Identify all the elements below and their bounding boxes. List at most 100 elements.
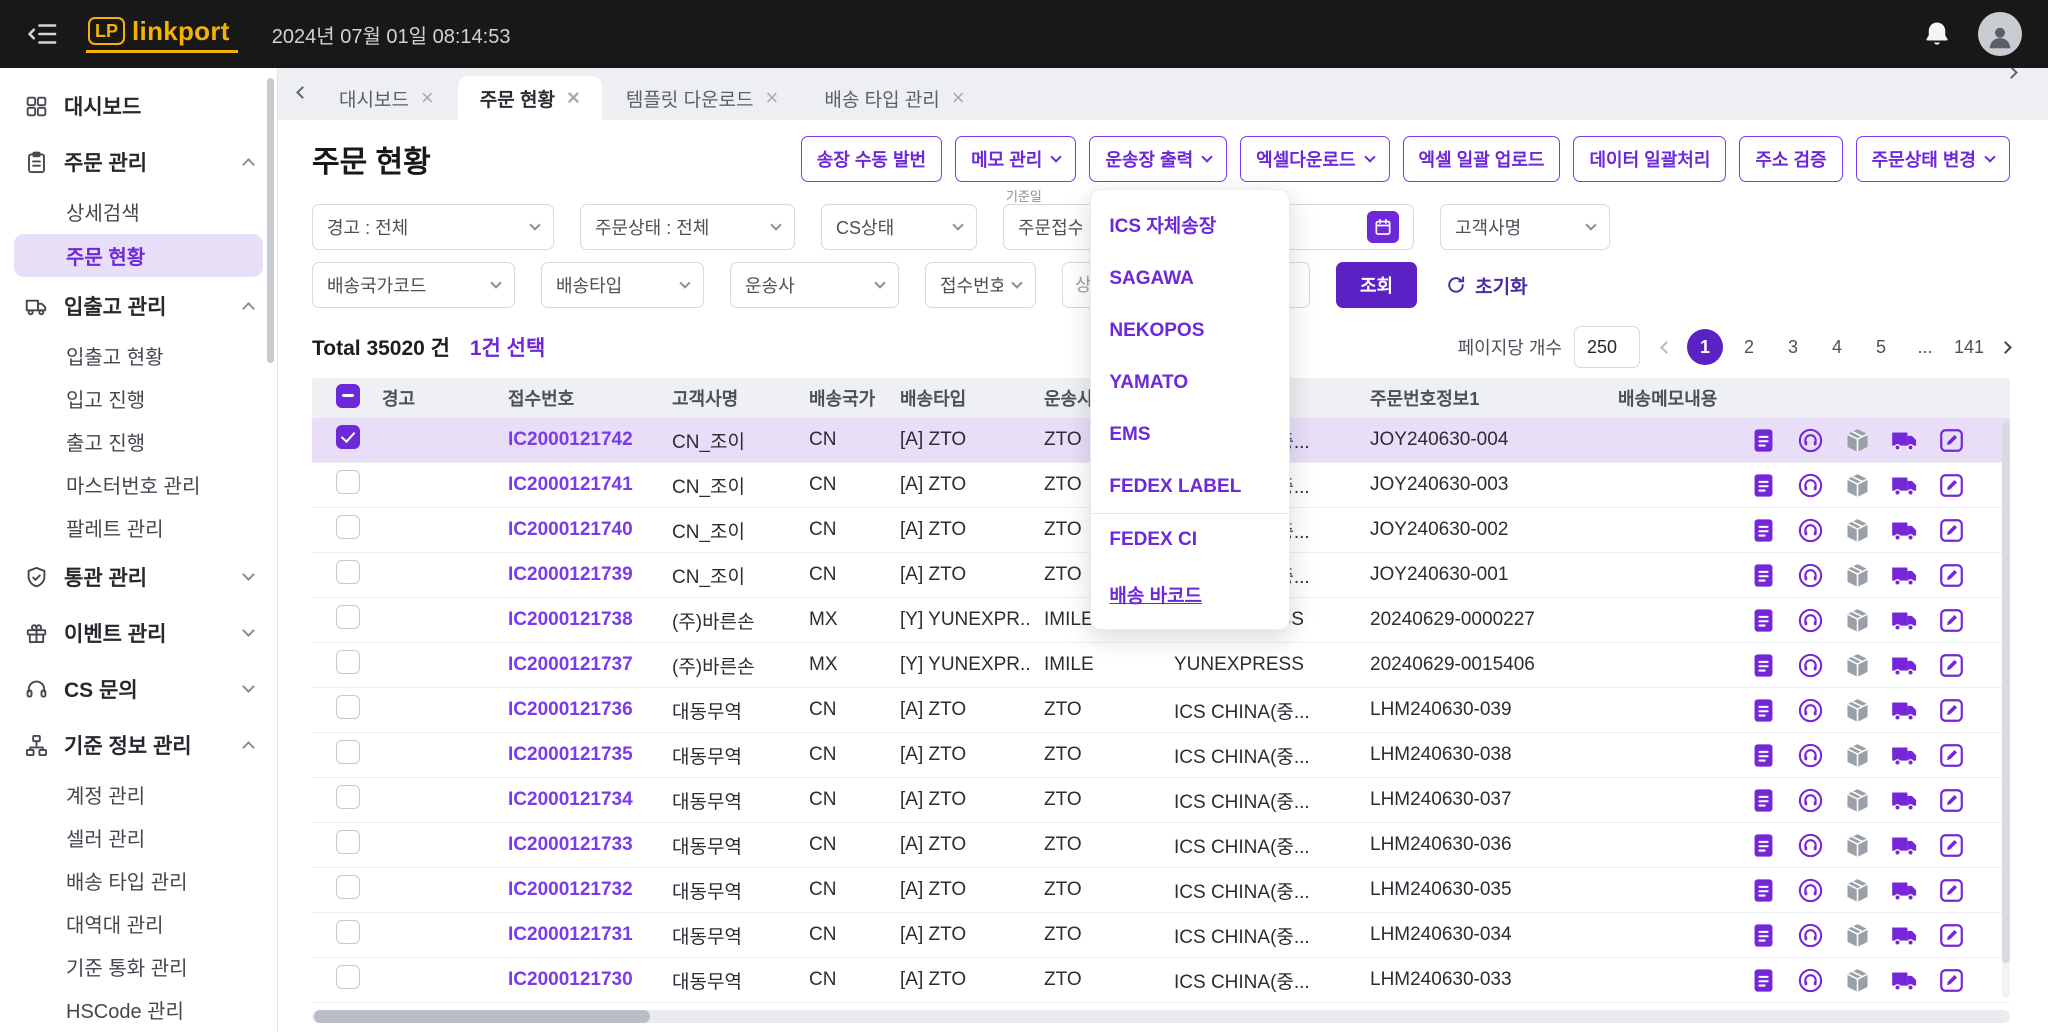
row-checkbox[interactable] (336, 830, 360, 854)
row-checkbox[interactable] (336, 470, 360, 494)
truck-icon[interactable] (1890, 696, 1919, 725)
truck-icon[interactable] (1890, 966, 1919, 995)
document-icon[interactable] (1749, 696, 1778, 725)
document-icon[interactable] (1749, 966, 1778, 995)
receipt-no-link[interactable]: IC2000121734 (508, 789, 633, 810)
tab-close-icon[interactable]: × (421, 87, 434, 109)
document-icon[interactable] (1749, 831, 1778, 860)
package-icon[interactable] (1843, 516, 1872, 545)
document-icon[interactable] (1749, 741, 1778, 770)
print-menu-item[interactable]: EMS (1091, 409, 1289, 461)
package-icon[interactable] (1843, 696, 1872, 725)
sidebar-subitem[interactable]: 주문 현황 (14, 234, 263, 277)
sidebar-scrollbar[interactable] (267, 78, 274, 363)
package-icon[interactable] (1843, 426, 1872, 455)
print-menu-item[interactable]: ICS 자체송장 (1091, 196, 1289, 253)
toolbar-button[interactable]: 엑셀다운로드 (1240, 136, 1390, 182)
table-row[interactable]: IC2000121733 대동무역 CN [A] ZTO ZTO ICS CHINA(중.… (312, 823, 2010, 868)
receipt-no-link[interactable]: IC2000121730 (508, 969, 633, 990)
tab-close-icon[interactable]: × (765, 87, 778, 109)
tab-close-icon[interactable]: × (567, 87, 580, 109)
sidebar-subitem[interactable]: 기준 통화 관리 (0, 945, 277, 988)
document-icon[interactable] (1749, 786, 1778, 815)
table-vertical-scrollbar[interactable] (2002, 422, 2010, 998)
tabs-scroll-left-icon[interactable] (296, 84, 309, 102)
document-icon[interactable] (1749, 426, 1778, 455)
sidebar-collapse-button[interactable] (26, 17, 60, 51)
table-row[interactable]: IC2000121731 대동무역 CN [A] ZTO ZTO ICS CHINA(중.… (312, 913, 2010, 958)
package-icon[interactable] (1843, 606, 1872, 635)
receipt-no-link[interactable]: IC2000121739 (508, 564, 633, 585)
edit-icon[interactable] (1937, 516, 1966, 545)
document-icon[interactable] (1749, 516, 1778, 545)
headset-icon[interactable] (1796, 426, 1825, 455)
truck-icon[interactable] (1890, 651, 1919, 680)
headset-icon[interactable] (1796, 516, 1825, 545)
sidebar-subitem[interactable]: 출고 진행 (0, 420, 277, 463)
document-icon[interactable] (1749, 876, 1778, 905)
print-menu-item[interactable]: FEDEX CI (1091, 514, 1289, 566)
sidebar-item[interactable]: 주문 관리 (0, 134, 277, 190)
page-number[interactable]: 5 (1863, 329, 1899, 365)
package-icon[interactable] (1843, 786, 1872, 815)
table-row[interactable]: IC2000121737 (주)바른손 MX [Y] YUNEXPR... IMILE Y… (312, 643, 2010, 688)
sidebar-subitem[interactable]: 배송 타입 관리 (0, 859, 277, 902)
row-checkbox[interactable] (336, 650, 360, 674)
sidebar-subitem[interactable]: HSCode 관리 (0, 988, 277, 1031)
headset-icon[interactable] (1796, 651, 1825, 680)
toolbar-button[interactable]: 운송장 출력 ICS 자체송장 SAGAWA NEKOPOS YAMATO EMS FEDE… (1089, 136, 1291, 630)
edit-icon[interactable] (1937, 966, 1966, 995)
package-icon[interactable] (1843, 876, 1872, 905)
tab-item[interactable]: 대시보드 × (317, 76, 456, 120)
edit-icon[interactable] (1937, 426, 1966, 455)
document-icon[interactable] (1749, 561, 1778, 590)
page-number[interactable]: 3 (1775, 329, 1811, 365)
package-icon[interactable] (1843, 921, 1872, 950)
edit-icon[interactable] (1937, 696, 1966, 725)
receipt-no-link[interactable]: IC2000121736 (508, 699, 633, 720)
sidebar-subitem[interactable]: 대역대 관리 (0, 902, 277, 945)
cs-status-filter[interactable]: CS상태 (821, 204, 977, 250)
document-icon[interactable] (1749, 606, 1778, 635)
headset-icon[interactable] (1796, 471, 1825, 500)
toolbar-button[interactable]: 주문상태 변경 (1855, 136, 2010, 182)
user-avatar[interactable] (1978, 12, 2022, 56)
page-number[interactable]: 141 (1951, 329, 1987, 365)
receipt-no-link[interactable]: IC2000121733 (508, 834, 633, 855)
print-menu-item[interactable]: NEKOPOS (1091, 305, 1289, 357)
truck-icon[interactable] (1890, 831, 1919, 860)
headset-icon[interactable] (1796, 831, 1825, 860)
edit-icon[interactable] (1937, 831, 1966, 860)
truck-icon[interactable] (1890, 561, 1919, 590)
row-checkbox[interactable] (336, 920, 360, 944)
receipt-no-link[interactable]: IC2000121742 (508, 429, 633, 450)
sidebar-subitem[interactable]: 입고 진행 (0, 377, 277, 420)
sidebar-item[interactable]: 이벤트 관리 (0, 605, 277, 661)
truck-icon[interactable] (1890, 741, 1919, 770)
tab-item[interactable]: 주문 현황 × (457, 76, 602, 120)
receipt-no-link[interactable]: IC2000121732 (508, 879, 633, 900)
receipt-no-link[interactable]: IC2000121738 (508, 609, 633, 630)
truck-icon[interactable] (1890, 516, 1919, 545)
sidebar-item[interactable]: 통관 관리 (0, 549, 277, 605)
table-row[interactable]: IC2000121736 대동무역 CN [A] ZTO ZTO ICS CHINA(중.… (312, 688, 2010, 733)
table-row[interactable]: IC2000121735 대동무역 CN [A] ZTO ZTO ICS CHINA(중.… (312, 733, 2010, 778)
package-icon[interactable] (1843, 831, 1872, 860)
table-row[interactable]: IC2000121734 대동무역 CN [A] ZTO ZTO ICS CHINA(중.… (312, 778, 2010, 823)
receipt-no-link[interactable]: IC2000121737 (508, 654, 633, 675)
headset-icon[interactable] (1796, 561, 1825, 590)
package-icon[interactable] (1843, 471, 1872, 500)
order-status-filter[interactable]: 주문상태 : 전체 (580, 204, 795, 250)
sidebar-subitem[interactable]: 팔레트 관리 (0, 506, 277, 549)
sidebar-subitem[interactable]: 셀러 관리 (0, 816, 277, 859)
truck-icon[interactable] (1890, 921, 1919, 950)
carrier-filter[interactable]: 운송사 (730, 262, 899, 308)
truck-icon[interactable] (1890, 426, 1919, 455)
edit-icon[interactable] (1937, 651, 1966, 680)
vertical-scrollbar-thumb[interactable] (2002, 422, 2010, 964)
sidebar-item[interactable]: CS 문의 (0, 661, 277, 717)
tab-item[interactable]: 템플릿 다운로드 × (604, 76, 801, 120)
customer-filter[interactable]: 고객사명 (1440, 204, 1610, 250)
toolbar-button[interactable]: 송장 수동 발번 (800, 136, 943, 182)
row-checkbox[interactable] (336, 785, 360, 809)
